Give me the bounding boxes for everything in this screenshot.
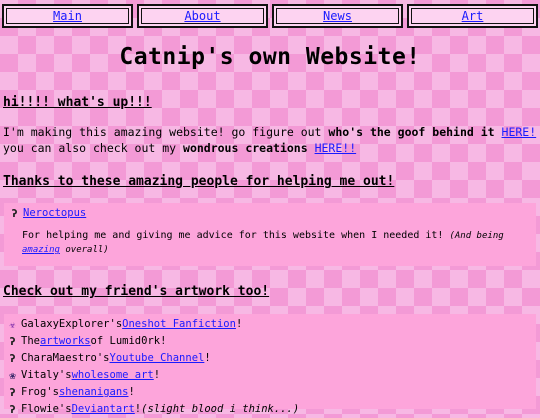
question-icon: ʔ bbox=[9, 403, 16, 416]
list-item: ʔ The artworks of Lumid0rk! bbox=[6, 333, 534, 350]
top-nav: Main About News Art bbox=[2, 4, 538, 28]
friend-post: ! bbox=[128, 386, 135, 398]
question-icon: ʔ bbox=[9, 352, 16, 365]
thanks-heading: Thanks to these amazing people for helpi… bbox=[3, 174, 395, 189]
friend-post: of Lumid0rk! bbox=[90, 335, 167, 347]
question-icon: ʔ bbox=[11, 207, 18, 220]
list-item: ʔ Frog's shenanigans! bbox=[6, 384, 534, 401]
question-icon: ʔ bbox=[9, 335, 16, 348]
friend-link[interactable]: Oneshot Fanfiction bbox=[122, 316, 236, 333]
intro-paragraph: I'm making this amazing website! go figu… bbox=[3, 124, 537, 156]
friend-link[interactable]: Deviantart bbox=[72, 401, 135, 418]
friend-aside: (slight blood i think...) bbox=[141, 403, 300, 415]
friend-name: Vitaly's bbox=[21, 369, 72, 381]
page-title: Catnip's own Website! bbox=[119, 44, 421, 70]
nav-news-link[interactable]: News bbox=[323, 9, 352, 23]
friends-heading: Check out my friend's artwork too! bbox=[3, 284, 270, 299]
neroctopus-link[interactable]: Neroctopus bbox=[23, 205, 86, 222]
friend-link[interactable]: Youtube Channel bbox=[110, 350, 205, 367]
greeting-heading: hi!!!! what's up!!! bbox=[3, 95, 152, 110]
bat-icon: ❀ bbox=[9, 369, 16, 382]
intro-bold-2: wondrous creations bbox=[183, 141, 308, 155]
friend-name: Frog's bbox=[21, 386, 59, 398]
nav-art-link[interactable]: Art bbox=[462, 9, 484, 23]
list-item: ʔ CharaMaestro's Youtube Channel! bbox=[6, 350, 534, 367]
friend-link[interactable]: artworks bbox=[40, 333, 91, 350]
thanks-aside-post: overall) bbox=[59, 245, 109, 255]
friend-link[interactable]: shenanigans bbox=[59, 384, 129, 401]
amazing-link[interactable]: amazing bbox=[22, 245, 60, 255]
thanks-panel: ʔ Neroctopus For helping me and giving m… bbox=[4, 203, 536, 266]
friend-post: ! bbox=[153, 369, 161, 381]
nav-about-link[interactable]: About bbox=[184, 9, 220, 23]
art-here-link[interactable]: HERE!! bbox=[315, 141, 357, 155]
purple-cat-icon: ☣ bbox=[9, 318, 16, 331]
thanks-note: For helping me and giving me advice for … bbox=[22, 229, 532, 257]
nav-art-button[interactable]: Art bbox=[407, 4, 538, 28]
friend-name: The bbox=[21, 335, 40, 347]
friend-link[interactable]: wholesome art bbox=[72, 367, 154, 384]
about-here-link[interactable]: HERE! bbox=[502, 125, 537, 139]
thanks-row: ʔ Neroctopus bbox=[8, 205, 532, 222]
friend-post: ! bbox=[235, 318, 243, 330]
friend-name: Flowie's bbox=[21, 403, 72, 415]
list-item: ʔ Flowie's Deviantart! (slight blood i t… bbox=[6, 401, 534, 418]
friends-panel: ☣ GalaxyExplorer's Oneshot Fanfiction! ʔ… bbox=[4, 314, 536, 416]
list-item: ❀ Vitaly's wholesome art! bbox=[6, 367, 534, 384]
nav-news-button[interactable]: News bbox=[272, 4, 403, 28]
thanks-aside-pre: (And being bbox=[449, 231, 504, 241]
intro-text-2: you can also check out my bbox=[3, 141, 184, 155]
thanks-text: For helping me and giving me advice for … bbox=[22, 230, 444, 241]
friend-name: GalaxyExplorer's bbox=[21, 318, 123, 330]
intro-text-1: I'm making this amazing website! go figu… bbox=[3, 125, 329, 139]
question-icon: ʔ bbox=[9, 386, 16, 399]
friend-post: ! bbox=[204, 352, 211, 364]
nav-main-link[interactable]: Main bbox=[53, 9, 82, 23]
nav-main-button[interactable]: Main bbox=[2, 4, 133, 28]
nav-about-button[interactable]: About bbox=[137, 4, 268, 28]
list-item: ☣ GalaxyExplorer's Oneshot Fanfiction! bbox=[6, 316, 534, 333]
intro-bold-1: who's the goof behind it bbox=[328, 125, 495, 139]
friend-name: CharaMaestro's bbox=[21, 352, 110, 364]
